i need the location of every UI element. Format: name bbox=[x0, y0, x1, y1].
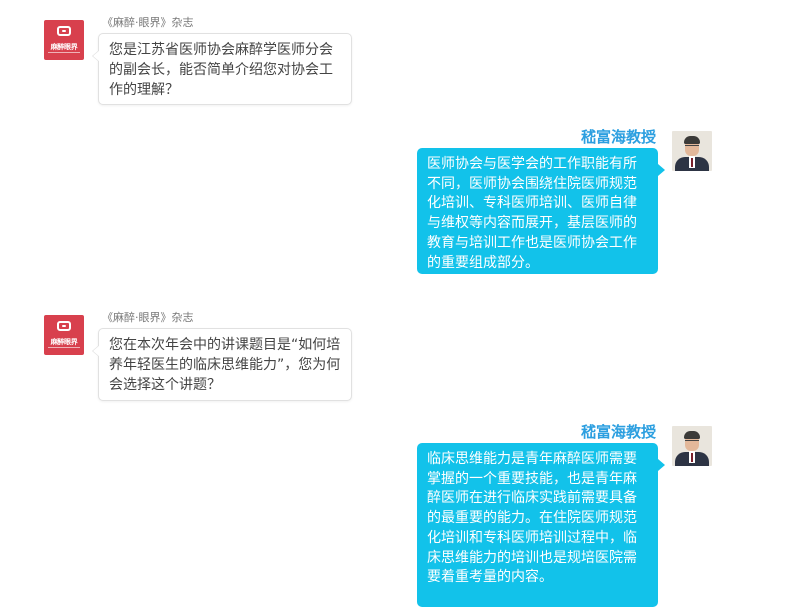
magazine-logo-icon: 麻醉眼界 bbox=[44, 20, 84, 60]
logo-mark bbox=[57, 321, 71, 331]
logo-divider bbox=[48, 347, 80, 348]
message-bubble: 您是江苏省医师协会麻醉学医师分会的副会长，能否简单介绍您对协会工作的理解？ bbox=[92, 33, 352, 105]
professor-avatar bbox=[672, 131, 712, 171]
logo-mark bbox=[57, 26, 71, 36]
sender-name: 嵇富海教授 bbox=[580, 423, 656, 441]
message-bubble: 您在本次年会中的讲课题目是“如何培养年轻医生的临床思维能力”，您为何会选择这个讲… bbox=[92, 328, 352, 401]
sender-name: 嵇富海教授 bbox=[580, 128, 656, 146]
logo-text: 麻醉眼界 bbox=[50, 338, 78, 346]
message-bubble: 医师协会与医学会的工作职能有所不同，医师协会围绕住院医师规范化培训、专科医师培训… bbox=[417, 148, 665, 274]
logo-divider bbox=[48, 52, 80, 53]
professor-avatar bbox=[672, 426, 712, 466]
magazine-logo-icon: 麻醉眼界 bbox=[44, 315, 84, 355]
sender-name: 《麻醉·眼界》杂志 bbox=[102, 16, 194, 29]
sender-name: 《麻醉·眼界》杂志 bbox=[102, 311, 194, 324]
logo-text: 麻醉眼界 bbox=[50, 43, 78, 51]
message-bubble: 临床思维能力是青年麻醉医师需要掌握的一个重要技能，也是青年麻醉医师在进行临床实践… bbox=[417, 443, 665, 607]
